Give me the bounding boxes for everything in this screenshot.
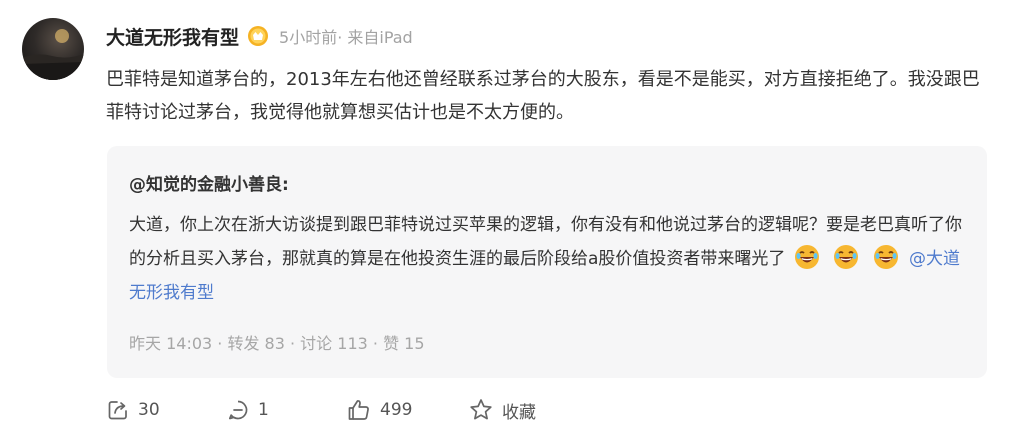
share-count: 30 xyxy=(138,400,160,420)
favorite-button[interactable]: 收藏 xyxy=(468,397,536,423)
avatar-image xyxy=(22,29,84,80)
action-bar: 30 1 499 收藏 xyxy=(106,396,536,424)
post-text: 巴菲特是知道茅台的，2013年左右他还曾经联系过茅台的大股东，看是不是能买，对方… xyxy=(106,69,980,123)
post-header: 大道无形我有型 5小时前· 来自iPad xyxy=(106,20,413,52)
quoted-author[interactable]: @知觉的金融小善良: xyxy=(129,170,289,195)
comment-count: 1 xyxy=(258,400,269,420)
star-icon xyxy=(470,399,492,420)
favorite-label: 收藏 xyxy=(502,402,536,423)
share-button[interactable]: 30 xyxy=(106,398,226,422)
like-count: 499 xyxy=(380,400,413,420)
quoted-post[interactable]: @知觉的金融小善良: 大道，你上次在浙大访谈提到跟巴菲特说过买苹果的逻辑，你有没… xyxy=(107,146,987,378)
laughing-emoji xyxy=(794,244,820,270)
quoted-like-count[interactable]: · 赞 15 xyxy=(368,330,425,354)
comment-icon xyxy=(228,400,248,420)
quoted-time: 昨天 14:03 xyxy=(129,334,213,353)
avatar[interactable] xyxy=(22,18,84,80)
verified-badge-icon xyxy=(247,25,269,47)
laughing-emoji xyxy=(873,244,899,270)
share-icon xyxy=(108,401,127,420)
post-meta: 5小时前· 来自iPad xyxy=(279,28,413,47)
like-button[interactable]: 499 xyxy=(346,397,468,423)
laughing-emoji xyxy=(833,244,859,270)
quoted-stats: 昨天 14:03 · 转发 83 · 讨论 113 · 赞 15 xyxy=(129,330,425,354)
quoted-repost-count[interactable]: · 转发 83 xyxy=(212,330,285,354)
comment-button[interactable]: 1 xyxy=(226,398,346,422)
author-name[interactable]: 大道无形我有型 xyxy=(106,23,239,50)
thumbs-up-icon xyxy=(348,400,369,420)
quoted-text: 大道，你上次在浙大访谈提到跟巴菲特说过买苹果的逻辑，你有没有和他说过茅台的逻辑呢… xyxy=(129,208,965,310)
quoted-comment-count[interactable]: · 讨论 113 xyxy=(285,330,368,354)
